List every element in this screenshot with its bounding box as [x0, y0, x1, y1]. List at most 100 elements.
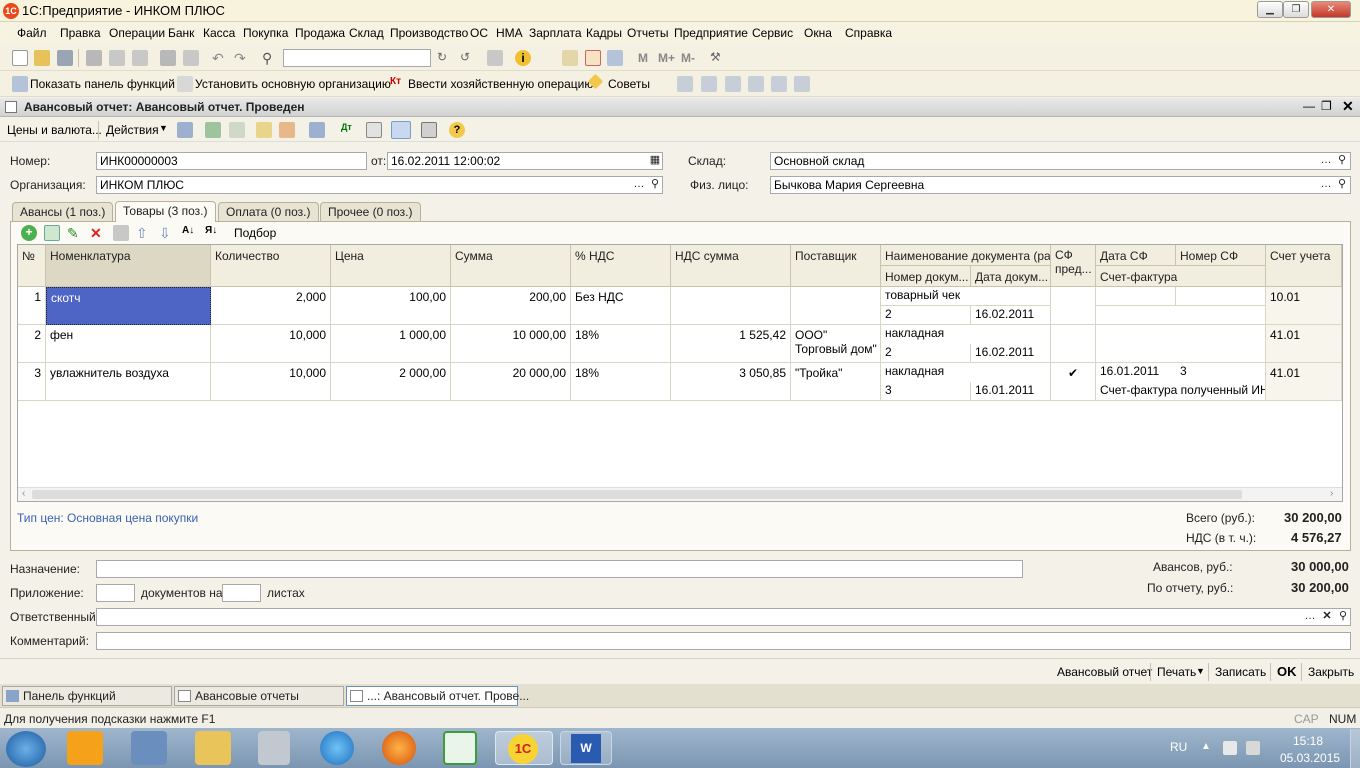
- copy-doc-icon[interactable]: [229, 122, 245, 138]
- table-row-3-doc-date[interactable]: 16.01.2011: [971, 382, 1051, 401]
- search-icon[interactable]: ⚲: [262, 50, 278, 66]
- journal4-icon[interactable]: [748, 76, 764, 92]
- table-row-3-vat-sum[interactable]: 3 050,85: [671, 363, 791, 401]
- search-input[interactable]: [283, 49, 431, 67]
- find-prev-icon[interactable]: ↺: [460, 50, 476, 66]
- windows-icon[interactable]: [487, 50, 503, 66]
- menu-help[interactable]: Справка: [845, 26, 892, 40]
- table-row-2-n[interactable]: 2: [18, 325, 46, 363]
- store-open-icon[interactable]: ⚲: [1334, 153, 1350, 169]
- table-row-3-price[interactable]: 2 000,00: [331, 363, 451, 401]
- responsible-clear-icon[interactable]: ✕: [1319, 609, 1335, 625]
- menu-purchase[interactable]: Покупка: [243, 26, 288, 40]
- firefox-icon[interactable]: [382, 731, 416, 765]
- delete-row-icon[interactable]: ✕: [90, 225, 106, 241]
- table-row-2-sum[interactable]: 10 000,00: [451, 325, 571, 363]
- responsible-select-button[interactable]: …: [1302, 609, 1318, 625]
- show-desktop-button[interactable]: [1350, 729, 1360, 768]
- tray-flag-icon[interactable]: [1223, 741, 1237, 755]
- new-document-icon[interactable]: [12, 50, 28, 66]
- table-row-1-n[interactable]: 1: [18, 287, 46, 325]
- comment-field[interactable]: [96, 632, 1351, 650]
- memory-mplus-button[interactable]: M+: [658, 51, 675, 65]
- table-row-3-doc-name[interactable]: накладная: [881, 363, 1051, 382]
- col-header-sf-doc[interactable]: Счет-фактура: [1096, 266, 1266, 287]
- calendar-icon[interactable]: [585, 50, 601, 66]
- tools-icon[interactable]: ⚒: [710, 50, 726, 66]
- table-row-1-account[interactable]: 10.01: [1266, 287, 1342, 325]
- post-icon[interactable]: [177, 122, 193, 138]
- organization-field[interactable]: ИНКОМ ПЛЮС: [96, 176, 663, 194]
- table-row-2-sf[interactable]: [1051, 325, 1096, 363]
- calculator-app-icon[interactable]: [258, 731, 290, 765]
- attachment-sheets-field[interactable]: [222, 584, 261, 602]
- table-row-1-sum[interactable]: 200,00: [451, 287, 571, 325]
- table-row-1-vat-rate[interactable]: Без НДС: [571, 287, 671, 325]
- price-type-link[interactable]: Тип цен: Основная цена покупки: [17, 511, 198, 525]
- table-horizontal-scrollbar[interactable]: ‹ ›: [18, 487, 1342, 501]
- responsible-field[interactable]: [96, 608, 1351, 626]
- scroll-thumb[interactable]: [32, 490, 1242, 499]
- doc-close-icon[interactable]: ✕: [1342, 98, 1354, 115]
- person-select-button[interactable]: …: [1318, 177, 1334, 193]
- person-open-icon[interactable]: ⚲: [1334, 177, 1350, 193]
- sort-desc-icon[interactable]: Я↓: [205, 225, 221, 241]
- store-field[interactable]: Основной склад: [770, 152, 1351, 170]
- move-up-icon[interactable]: ⇧: [136, 225, 152, 241]
- dt-kt-icon[interactable]: Дт: [341, 122, 357, 138]
- menu-edit[interactable]: Правка: [60, 26, 101, 40]
- menu-sale[interactable]: Продажа: [295, 26, 345, 40]
- table-row-1-price[interactable]: 100,00: [331, 287, 451, 325]
- table-row-1-vat-sum[interactable]: [671, 287, 791, 325]
- close-button[interactable]: ✕: [1311, 1, 1351, 18]
- col-header-sf-number[interactable]: Номер СФ: [1176, 245, 1266, 266]
- doc-restore-icon[interactable]: ❐: [1321, 99, 1332, 113]
- menu-operations[interactable]: Операции: [109, 26, 165, 40]
- tab-other[interactable]: Прочее (0 поз.): [320, 202, 421, 221]
- table-row-3-vat-rate[interactable]: 18%: [571, 363, 671, 401]
- journal2-icon[interactable]: [701, 76, 717, 92]
- network-icon[interactable]: [131, 731, 167, 765]
- col-header-sf-date[interactable]: Дата СФ: [1096, 245, 1176, 266]
- table-row-2-nomenclature[interactable]: фен: [46, 325, 211, 363]
- tray-network-icon[interactable]: [1246, 741, 1260, 755]
- minimize-button[interactable]: ▁: [1257, 1, 1283, 18]
- col-header-account[interactable]: Счет учета: [1266, 245, 1342, 287]
- table-row-1-supplier[interactable]: [791, 287, 881, 325]
- table-row-1-sf[interactable]: [1051, 287, 1096, 325]
- table-row-2-doc-number[interactable]: 2: [881, 344, 971, 363]
- table-row-3-nomenclature[interactable]: увлажнитель воздуха: [46, 363, 211, 401]
- clock-time[interactable]: 15:18: [1293, 734, 1323, 748]
- journal6-icon[interactable]: [794, 76, 810, 92]
- org-select-button[interactable]: …: [631, 177, 647, 193]
- close-form-button[interactable]: Закрыть: [1308, 665, 1354, 679]
- col-header-doc-date[interactable]: Дата докум...: [971, 266, 1051, 287]
- taskbar-word-button[interactable]: W: [560, 731, 612, 765]
- table-row-2-doc-date[interactable]: 16.02.2011: [971, 344, 1051, 363]
- col-header-supplier[interactable]: Поставщик: [791, 245, 881, 287]
- explorer-icon[interactable]: [195, 731, 231, 765]
- col-header-price[interactable]: Цена: [331, 245, 451, 287]
- save-button[interactable]: Записать: [1215, 665, 1266, 679]
- journal-icon[interactable]: [677, 76, 693, 92]
- tab-payment[interactable]: Оплата (0 поз.): [218, 202, 319, 221]
- start-button-icon[interactable]: [6, 731, 46, 767]
- find-next-icon[interactable]: ↻: [437, 50, 453, 66]
- table-row-3-sf-checkbox[interactable]: ✔: [1051, 363, 1096, 401]
- table-row-2-account[interactable]: 41.01: [1266, 325, 1342, 363]
- refresh-icon[interactable]: [205, 122, 221, 138]
- paste-icon[interactable]: [132, 50, 148, 66]
- list-settings-icon[interactable]: [421, 122, 437, 138]
- col-header-doc-name[interactable]: Наименование документа (ра...: [881, 245, 1051, 266]
- doc-minimize-icon[interactable]: —: [1303, 99, 1315, 113]
- ok-button[interactable]: OK: [1277, 664, 1297, 679]
- col-header-nomenclature[interactable]: Номенклатура: [46, 245, 211, 287]
- taskbar-1c-button[interactable]: 1С: [495, 731, 553, 765]
- journal3-icon[interactable]: [725, 76, 741, 92]
- calculator-icon[interactable]: [562, 50, 578, 66]
- task-app-icon[interactable]: [443, 731, 477, 765]
- tab-advances[interactable]: Авансы (1 поз.): [12, 202, 114, 221]
- redo-icon[interactable]: ↷: [234, 50, 250, 66]
- table-row-1-sf-number[interactable]: [1176, 287, 1266, 306]
- menu-file[interactable]: Файл: [17, 26, 47, 40]
